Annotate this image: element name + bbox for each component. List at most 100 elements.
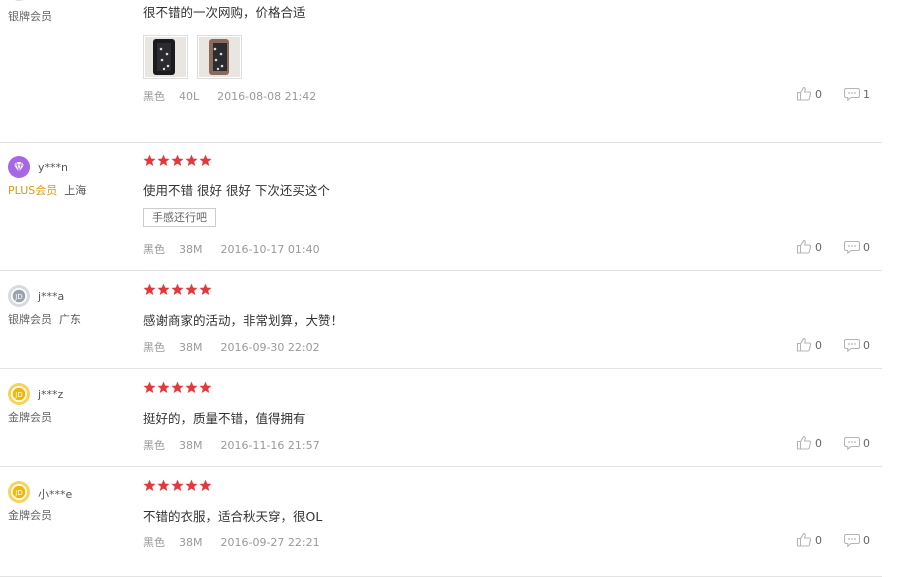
- comment-icon: [844, 239, 863, 255]
- star-icon: [171, 381, 184, 394]
- avatar[interactable]: JD: [8, 285, 30, 307]
- thumbs-up-icon: [796, 337, 815, 353]
- reply-button[interactable]: 0: [844, 435, 870, 451]
- reply-button[interactable]: 0: [844, 239, 870, 255]
- like-count: 0: [815, 87, 822, 101]
- star-icon: [171, 479, 184, 492]
- product-color: 黑色: [143, 243, 165, 256]
- thumbs-up-icon: [796, 86, 815, 102]
- review-text: 不错的衣服，适合秋天穿，很OL: [143, 509, 323, 524]
- reviewer-name[interactable]: 小***e: [38, 486, 72, 502]
- like-button[interactable]: 0: [796, 86, 822, 102]
- like-button[interactable]: 0: [796, 239, 822, 255]
- review-list: JDj***8银牌会员很不错的一次网购，价格合适 黑色40L2016-08-08…: [0, 0, 920, 577]
- product-meta: 黑色 38M 2016-09-27 22:21: [143, 534, 334, 550]
- avatar[interactable]: JD: [8, 0, 30, 1]
- thumbs-up-icon: [796, 435, 815, 451]
- review-date: 2016-11-16 21:57: [220, 439, 320, 452]
- review-image-thumbnail[interactable]: [143, 35, 188, 79]
- reply-count: 0: [863, 240, 870, 254]
- reviewer-name[interactable]: j***z: [38, 388, 63, 401]
- avatar[interactable]: [8, 156, 30, 178]
- star-icon: [171, 154, 184, 167]
- product-color: 黑色: [143, 90, 165, 103]
- review-date: 2016-09-27 22:21: [220, 536, 320, 549]
- avatar[interactable]: JD: [8, 481, 30, 503]
- reply-button[interactable]: 0: [844, 337, 870, 353]
- member-level-label: 银牌会员: [8, 313, 52, 326]
- product-color: 黑色: [143, 439, 165, 452]
- member-level-label: 金牌会员: [8, 411, 52, 424]
- member-level: 金牌会员: [8, 507, 52, 523]
- product-meta: 黑色 38M 2016-10-17 01:40: [143, 241, 334, 257]
- product-meta: 黑色 38M 2016-11-16 21:57: [143, 437, 334, 453]
- product-size: 38M: [179, 439, 203, 452]
- review-text: 挺好的，质量不错，值得拥有: [143, 411, 306, 426]
- member-level-label: PLUS会员: [8, 184, 58, 197]
- member-level: PLUS会员 上海: [8, 182, 86, 198]
- svg-text:JD: JD: [14, 391, 22, 399]
- product-color: 黑色: [143, 536, 165, 549]
- review-item: y***n PLUS会员 上海 使用不错 很好 很好 下次还买这个 手感还行吧 黑色 38M…: [0, 142, 882, 271]
- star-icon: [143, 479, 156, 492]
- svg-text:JD: JD: [14, 489, 22, 497]
- review-actions: 0 0: [796, 239, 870, 255]
- reviewer-location: 上海: [64, 184, 87, 197]
- avatar[interactable]: JD: [8, 383, 30, 405]
- product-size: 38M: [179, 243, 203, 256]
- star-icon: [185, 154, 198, 167]
- reviewer-name[interactable]: y***n: [38, 161, 68, 174]
- like-button[interactable]: 0: [796, 435, 822, 451]
- product-meta: 黑色 38M 2016-09-30 22:02: [143, 339, 334, 355]
- review-actions: 0 0: [796, 435, 870, 451]
- svg-text:JD: JD: [14, 293, 22, 301]
- member-level-label: 金牌会员: [8, 509, 52, 522]
- star-icon: [157, 381, 170, 394]
- reviewer-location: 广东: [59, 313, 81, 326]
- member-level: 金牌会员: [8, 409, 52, 425]
- star-rating: [143, 283, 212, 296]
- reply-button[interactable]: 0: [844, 532, 870, 548]
- like-count: 0: [815, 436, 822, 450]
- star-icon: [199, 154, 212, 167]
- star-icon: [199, 283, 212, 296]
- comment-icon: [844, 435, 863, 451]
- like-count: 0: [815, 240, 822, 254]
- star-icon: [143, 381, 156, 394]
- member-level-label: 银牌会员: [8, 10, 52, 23]
- star-icon: [171, 283, 184, 296]
- star-icon: [157, 479, 170, 492]
- star-icon: [185, 381, 198, 394]
- review-text: 很不错的一次网购，价格合适: [143, 5, 306, 20]
- like-count: 0: [815, 533, 822, 547]
- review-date: 2016-08-08 21:42: [217, 90, 317, 103]
- review-item: JD j***a 银牌会员 广东 感谢商家的活动，非常划算，大赞！ 黑色 38M 2016-0…: [0, 270, 882, 369]
- review-images: [143, 35, 242, 79]
- member-level: 银牌会员 广东: [8, 311, 81, 327]
- product-size: 38M: [179, 341, 203, 354]
- star-rating: [143, 154, 212, 167]
- star-icon: [199, 479, 212, 492]
- reply-count: 0: [863, 338, 870, 352]
- like-button[interactable]: 0: [796, 337, 822, 353]
- review-date: 2016-10-17 01:40: [220, 243, 320, 256]
- thumbs-up-icon: [796, 239, 815, 255]
- star-icon: [185, 283, 198, 296]
- review-actions: 0 1: [796, 86, 870, 102]
- product-size: 40L: [179, 90, 200, 103]
- reply-count: 1: [863, 87, 870, 101]
- reply-button[interactable]: 1: [844, 86, 870, 102]
- review-date: 2016-09-30 22:02: [220, 341, 320, 354]
- reply-count: 0: [863, 436, 870, 450]
- like-button[interactable]: 0: [796, 532, 822, 548]
- member-level: 银牌会员: [8, 8, 52, 24]
- reviewer-name[interactable]: j***a: [38, 290, 64, 303]
- review-actions: 0 0: [796, 532, 870, 548]
- review-item: JDj***8银牌会员很不错的一次网购，价格合适 黑色40L2016-08-08…: [0, 0, 882, 143]
- review-image-thumbnail[interactable]: [197, 35, 242, 79]
- thumbs-up-icon: [796, 532, 815, 548]
- reply-count: 0: [863, 533, 870, 547]
- review-item: JD j***z 金牌会员 挺好的，质量不错，值得拥有 黑色 38M 2016-11-16 …: [0, 368, 882, 467]
- star-icon: [143, 154, 156, 167]
- like-count: 0: [815, 338, 822, 352]
